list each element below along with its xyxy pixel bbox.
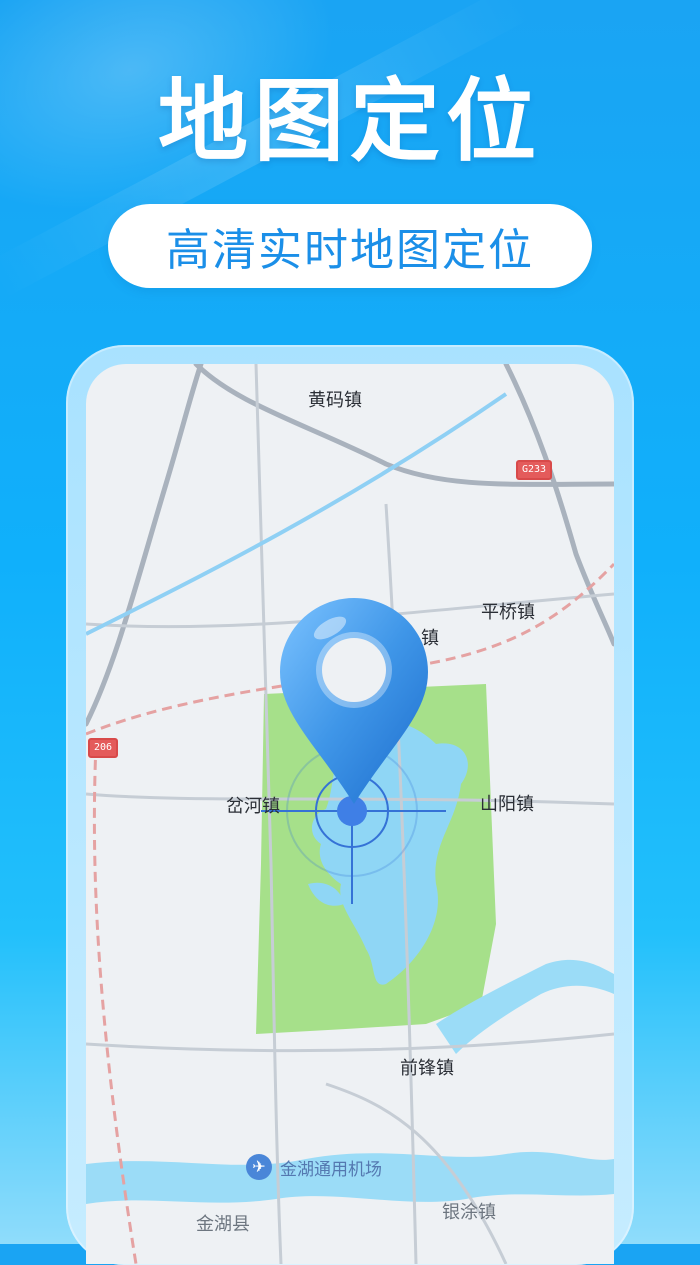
map-view[interactable]: 黄码镇 平桥镇 镇 岔河镇 山阳镇 前锋镇 金湖县 银涂镇 G233 206 ✈… xyxy=(86,364,614,1264)
place-huangma: 黄码镇 xyxy=(308,390,362,411)
place-shanyang: 山阳镇 xyxy=(480,794,534,815)
subtitle-text: 高清实时地图定位 xyxy=(166,225,534,276)
map-canvas xyxy=(86,364,614,1264)
road-lower xyxy=(86,1032,614,1053)
place-yintu: 银涂镇 xyxy=(442,1202,496,1223)
page-title: 地图定位 xyxy=(158,69,542,174)
place-pingqiao: 平桥镇 xyxy=(481,602,535,623)
place-qianfeng: 前锋镇 xyxy=(400,1058,454,1079)
place-jinhu-county: 金湖县 xyxy=(196,1214,250,1235)
airport-marker[interactable]: ✈ 金湖通用机场 xyxy=(246,1154,382,1180)
road-badge-206: 206 xyxy=(88,738,119,758)
location-pin-icon[interactable] xyxy=(274,594,434,814)
subtitle-badge: 高清实时地图定位 xyxy=(108,204,592,288)
airplane-icon: ✈ xyxy=(246,1154,272,1180)
place-chahe: 岔河镇 xyxy=(226,796,280,817)
road-badge-g233: G233 xyxy=(516,460,553,480)
airport-label: 金湖通用机场 xyxy=(280,1159,382,1180)
road-west-curve xyxy=(86,364,204,727)
